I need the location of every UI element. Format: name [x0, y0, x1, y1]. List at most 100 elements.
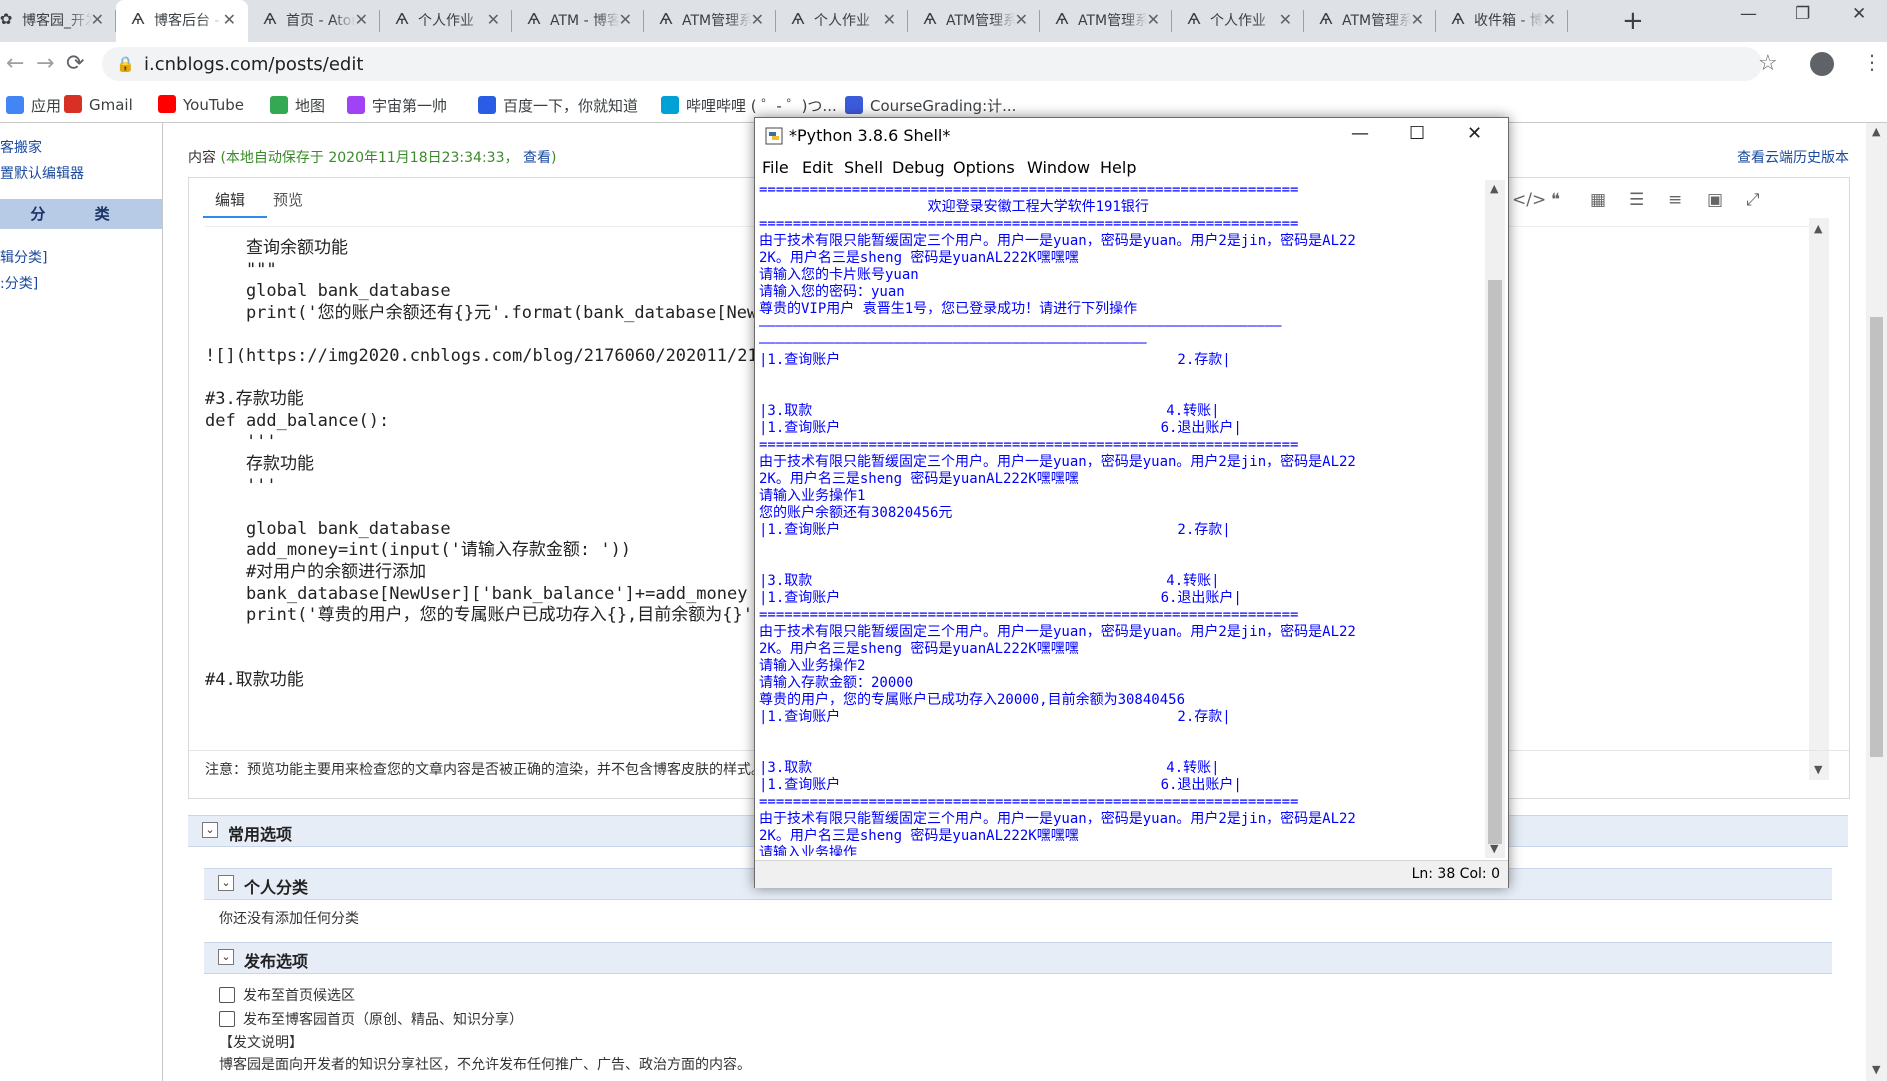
bookmark-item[interactable]: 宇宙第一帅	[347, 95, 447, 116]
close-tab-icon[interactable]: ✕	[1015, 10, 1028, 30]
menu-debug[interactable]: Debug	[892, 158, 945, 177]
bookmark-favicon-icon	[347, 96, 365, 114]
menu-options[interactable]: Options	[953, 158, 1015, 177]
publish-candidate-checkbox[interactable]	[219, 987, 235, 1003]
bookmark-item[interactable]: CourseGrading:计...	[845, 95, 1016, 116]
image-icon[interactable]: ▣	[1707, 190, 1723, 210]
bookmark-item[interactable]: 百度一下，你就知道	[478, 95, 638, 116]
lock-icon[interactable]: 🔒	[116, 55, 135, 73]
scroll-up-icon[interactable]: ▲	[1814, 222, 1822, 235]
scrollbar-thumb[interactable]	[1870, 317, 1883, 757]
browser-tab[interactable]: ✿ 博客园_开发者的网上家园✕	[0, 0, 116, 42]
page-scrollbar[interactable]: ▲ ▼	[1866, 123, 1887, 1081]
publish-candidate-option[interactable]: 发布至首页候选区	[219, 985, 355, 1005]
scrollbar-thumb[interactable]	[1488, 280, 1502, 844]
bookmark-item[interactable]: 应用	[6, 95, 61, 116]
close-tab-icon[interactable]: ✕	[883, 10, 896, 30]
browser-tab[interactable]: Ѧ ATM - 博客园✕	[512, 0, 644, 42]
view-autosave-link[interactable]: 查看	[523, 150, 551, 166]
menu-help[interactable]: Help	[1100, 158, 1136, 177]
collapse-icon[interactable]: ⌄	[218, 875, 234, 891]
close-tab-icon[interactable]: ✕	[619, 10, 632, 30]
shell-close-icon[interactable]: ✕	[1467, 123, 1482, 144]
shell-line: 2K。用户名三是sheng 密码是yuanAL222K嘿嘿嘿	[759, 471, 1079, 487]
shell-output[interactable]: ========================================…	[759, 182, 1482, 856]
bookmark-item[interactable]: 哔哩哔哩 ( ゜- ゜)つ...	[661, 95, 837, 116]
browser-tab[interactable]: Ѧ 收件箱 - 博客园✕	[1436, 0, 1568, 42]
shell-minimize-icon[interactable]: —	[1351, 123, 1369, 144]
scroll-down-icon[interactable]: ▼	[1872, 1063, 1880, 1076]
browser-tab[interactable]: Ѧ 个人作业 ✕	[380, 0, 512, 42]
browser-tab[interactable]: Ѧ 个人作业 ✕	[776, 0, 908, 42]
close-tab-icon[interactable]: ✕	[487, 10, 500, 30]
close-tab-icon[interactable]: ✕	[1279, 10, 1292, 30]
editor-scrollbar[interactable]: ▲ ▼	[1809, 218, 1829, 780]
section-publish-options[interactable]: ⌄ 发布选项	[204, 942, 1832, 974]
code-icon[interactable]: </>	[1512, 190, 1546, 210]
browser-tab[interactable]: Ѧ 博客后台 - 博客园✕	[116, 0, 248, 42]
bookmark-star-icon[interactable]: ☆	[1758, 51, 1778, 76]
sidebar-link-default-editor[interactable]: 置默认编辑器	[0, 163, 84, 183]
sidebar-link-category[interactable]: :分类]	[0, 273, 38, 293]
scroll-up-icon[interactable]: ▲	[1872, 125, 1880, 138]
browser-tab[interactable]: Ѧ 首页 - AtomicYuan✕	[248, 0, 380, 42]
no-category-text: 你还没有添加任何分类	[219, 911, 359, 927]
shell-titlebar[interactable]: *Python 3.8.6 Shell* — ☐ ✕	[755, 118, 1508, 154]
scroll-down-icon[interactable]: ▼	[1490, 842, 1498, 855]
restore-icon[interactable]: ❐	[1795, 4, 1810, 24]
bookmark-item[interactable]: YouTube	[158, 95, 244, 114]
numbered-list-icon[interactable]: ≡	[1668, 190, 1682, 210]
close-tab-icon[interactable]: ✕	[223, 10, 236, 30]
address-bar[interactable]: 🔒 i.cnblogs.com/posts/edit	[102, 47, 1762, 81]
sidebar-link-edit-category[interactable]: 辑分类]	[0, 247, 47, 267]
publish-home-option[interactable]: 发布至博客园首页（原创、精品、知识分享）	[219, 1009, 523, 1029]
close-tab-icon[interactable]: ✕	[1543, 10, 1556, 30]
close-tab-icon[interactable]: ✕	[355, 10, 368, 30]
shell-line: 2K。用户名三是sheng 密码是yuanAL222K嘿嘿嘿	[759, 828, 1079, 844]
tab-title: ATM - 博客园	[550, 12, 620, 30]
menu-file[interactable]: File	[762, 158, 789, 177]
publish-home-checkbox[interactable]	[219, 1011, 235, 1027]
shell-maximize-icon[interactable]: ☐	[1409, 123, 1425, 144]
back-icon[interactable]: ←	[6, 52, 24, 76]
browser-tab[interactable]: Ѧ 个人作业 ✕	[1172, 0, 1304, 42]
tab-edit[interactable]: 编辑	[215, 189, 245, 210]
browser-tab[interactable]: Ѧ ATM管理系统✕	[1040, 0, 1172, 42]
cloud-history-link[interactable]: 查看云端历史版本	[1737, 147, 1849, 167]
menu-edit[interactable]: Edit	[802, 158, 833, 177]
collapse-icon[interactable]: ⌄	[202, 822, 218, 838]
minimize-icon[interactable]: —	[1740, 4, 1757, 24]
shell-menubar: File Edit Shell Debug Options Window Help	[755, 154, 1508, 180]
bookmark-item[interactable]: Gmail	[64, 95, 133, 114]
url-text[interactable]: i.cnblogs.com/posts/edit	[144, 54, 363, 75]
reload-icon[interactable]: ⟳	[66, 52, 84, 76]
shell-line: 由于技术有限只能暂缓固定三个用户。用户一是yuan，密码是yuan。用户2是ji…	[759, 233, 1356, 249]
menu-window[interactable]: Window	[1027, 158, 1090, 177]
forward-icon[interactable]: →	[36, 52, 54, 76]
bullet-list-icon[interactable]: ☰	[1629, 190, 1644, 210]
close-window-icon[interactable]: ✕	[1852, 4, 1866, 24]
shell-scrollbar[interactable]: ▲ ▼	[1485, 180, 1505, 858]
bookmark-item[interactable]: 地图	[270, 95, 325, 116]
menu-shell[interactable]: Shell	[844, 158, 883, 177]
fullscreen-icon[interactable]: ⤢	[1746, 190, 1760, 210]
new-tab-button[interactable]: +	[1622, 6, 1644, 36]
close-tab-icon[interactable]: ✕	[1147, 10, 1160, 30]
close-tab-icon[interactable]: ✕	[91, 10, 104, 30]
close-tab-icon[interactable]: ✕	[751, 10, 764, 30]
quote-icon[interactable]: ❝	[1551, 190, 1560, 210]
close-tab-icon[interactable]: ✕	[1411, 10, 1424, 30]
profile-avatar-icon[interactable]	[1810, 52, 1834, 76]
bookmark-favicon-icon	[6, 96, 24, 114]
shell-line: 您的账户余额还有30820456元	[759, 505, 953, 521]
browser-tab[interactable]: Ѧ ATM管理系统✕	[1304, 0, 1436, 42]
menu-kebab-icon[interactable]: ⋮	[1862, 50, 1882, 74]
browser-tab[interactable]: Ѧ ATM管理系统✕	[908, 0, 1040, 42]
sidebar-link-blog-move[interactable]: 客搬家	[0, 137, 42, 157]
table-icon[interactable]: ▦	[1590, 190, 1606, 210]
tab-preview[interactable]: 预览	[273, 189, 303, 210]
collapse-icon[interactable]: ⌄	[218, 949, 234, 965]
scroll-down-icon[interactable]: ▼	[1814, 763, 1822, 776]
browser-tab[interactable]: Ѧ ATM管理系统✕	[644, 0, 776, 42]
scroll-up-icon[interactable]: ▲	[1490, 182, 1498, 195]
